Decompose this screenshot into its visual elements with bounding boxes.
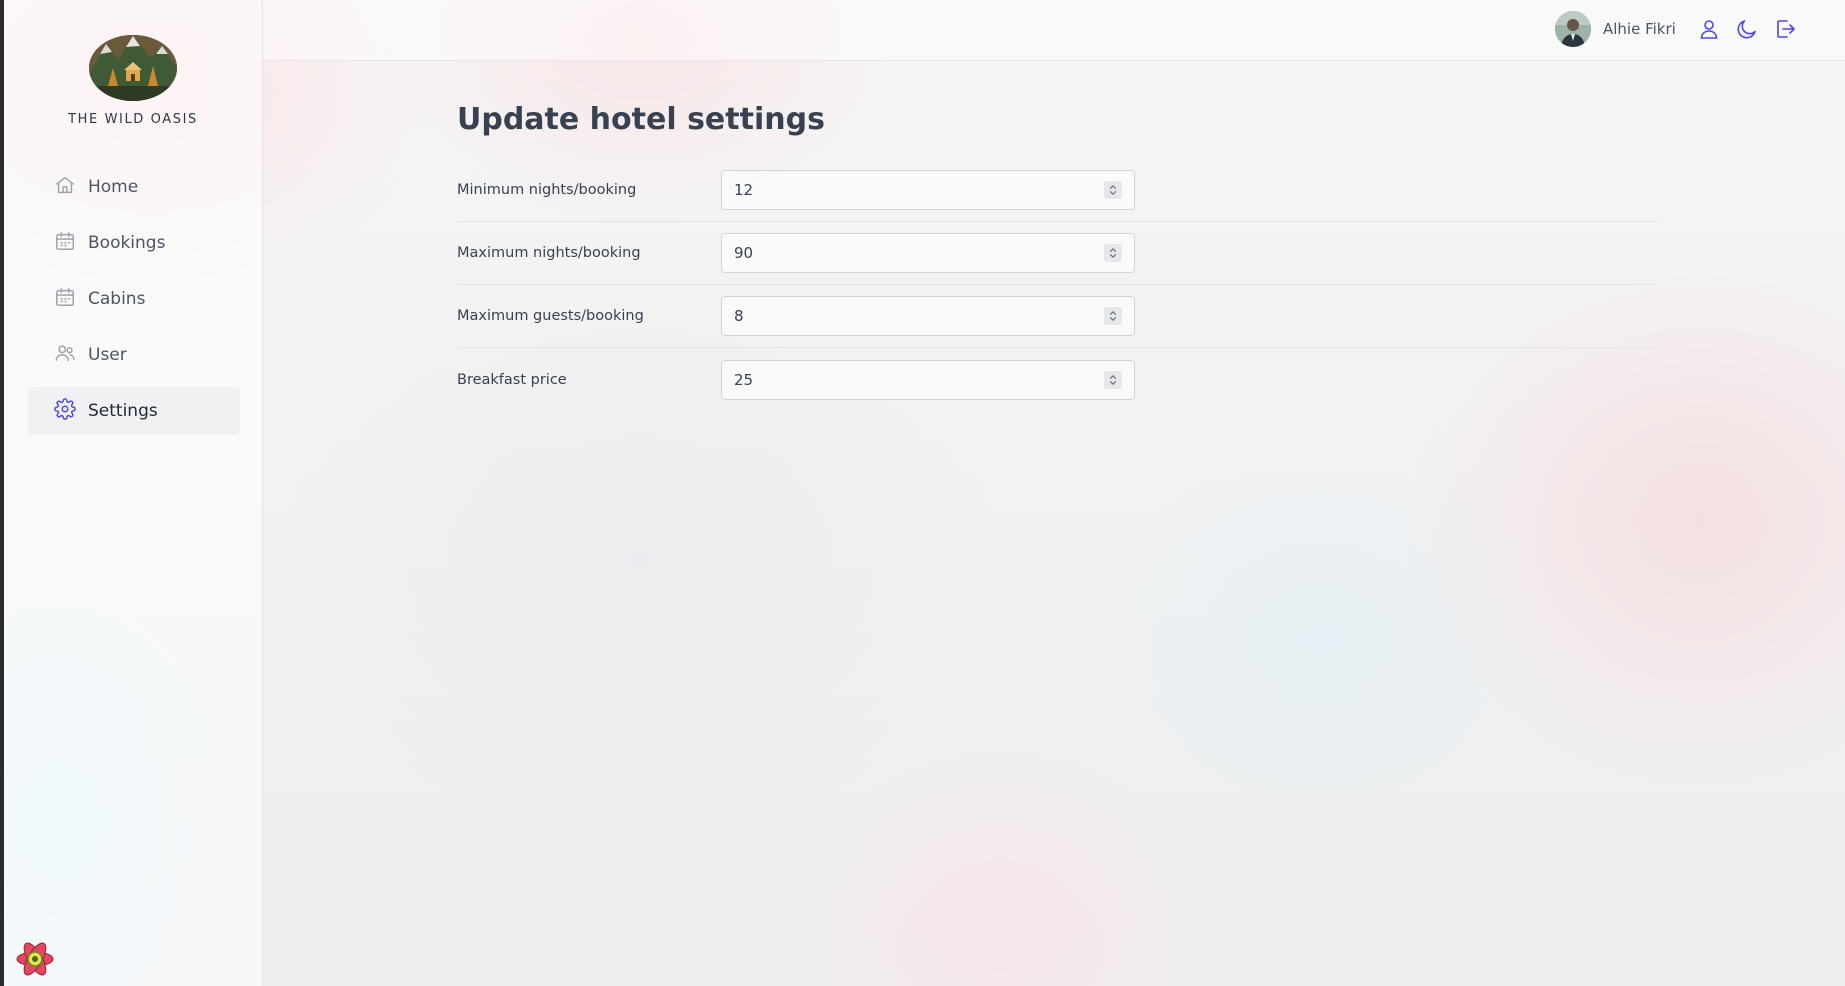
max-guests-field — [721, 296, 1135, 336]
calendar-icon — [54, 286, 76, 312]
sidebar-item-user[interactable]: User — [28, 331, 240, 379]
page-title: Update hotel settings — [457, 102, 825, 137]
spinner-icon[interactable] — [1104, 244, 1122, 262]
user-name: Alhie Fikri — [1603, 20, 1676, 38]
calendar-icon — [54, 230, 76, 256]
users-icon — [54, 342, 76, 368]
sidebar: THE WILD OASIS Home Bookings Cabins User — [4, 0, 263, 986]
gear-icon — [54, 398, 76, 424]
moon-icon[interactable] — [1735, 17, 1759, 41]
sidebar-item-label: Settings — [88, 401, 158, 421]
sidebar-item-label: User — [88, 345, 127, 365]
logout-icon[interactable] — [1773, 17, 1797, 41]
sidebar-nav: Home Bookings Cabins User Settings — [28, 163, 240, 443]
form-row: Minimum nights/booking — [457, 159, 1657, 222]
form-row: Breakfast price — [457, 348, 1657, 411]
field-label: Maximum nights/booking — [457, 245, 641, 261]
sidebar-item-settings[interactable]: Settings — [28, 387, 240, 435]
breakfast-price-field — [721, 359, 1135, 400]
brand-name: THE WILD OASIS — [68, 112, 198, 127]
min-nights-field — [721, 170, 1135, 210]
user-icon[interactable] — [1697, 17, 1721, 41]
main-content: Update hotel settings Minimum nights/boo… — [263, 61, 1845, 986]
spinner-icon[interactable] — [1104, 181, 1122, 199]
spinner-icon[interactable] — [1104, 370, 1122, 389]
sidebar-item-cabins[interactable]: Cabins — [28, 275, 240, 323]
sidebar-item-bookings[interactable]: Bookings — [28, 219, 240, 267]
field-label: Maximum guests/booking — [457, 308, 644, 324]
logo — [88, 30, 178, 102]
sidebar-item-label: Cabins — [88, 289, 146, 309]
home-icon — [54, 174, 76, 200]
avatar[interactable] — [1555, 11, 1591, 47]
settings-form: Minimum nights/booking Maximum nights/bo… — [457, 159, 1657, 411]
top-header: Alhie Fikri — [263, 0, 1845, 61]
field-label: Minimum nights/booking — [457, 182, 637, 198]
min-nights-input[interactable] — [722, 171, 1134, 209]
sidebar-item-label: Bookings — [88, 233, 166, 253]
field-label: Breakfast price — [457, 371, 567, 388]
window-edge — [0, 0, 4, 986]
spinner-icon[interactable] — [1104, 307, 1122, 325]
max-nights-input[interactable] — [722, 234, 1134, 272]
sidebar-item-home[interactable]: Home — [28, 163, 240, 211]
form-row: Maximum guests/booking — [457, 285, 1657, 348]
sidebar-item-label: Home — [88, 177, 139, 197]
max-guests-input[interactable] — [722, 297, 1134, 335]
form-row: Maximum nights/booking — [457, 222, 1657, 285]
breakfast-price-input[interactable] — [722, 360, 1134, 399]
max-nights-field — [721, 233, 1135, 273]
react-devtools-icon[interactable] — [14, 938, 56, 980]
